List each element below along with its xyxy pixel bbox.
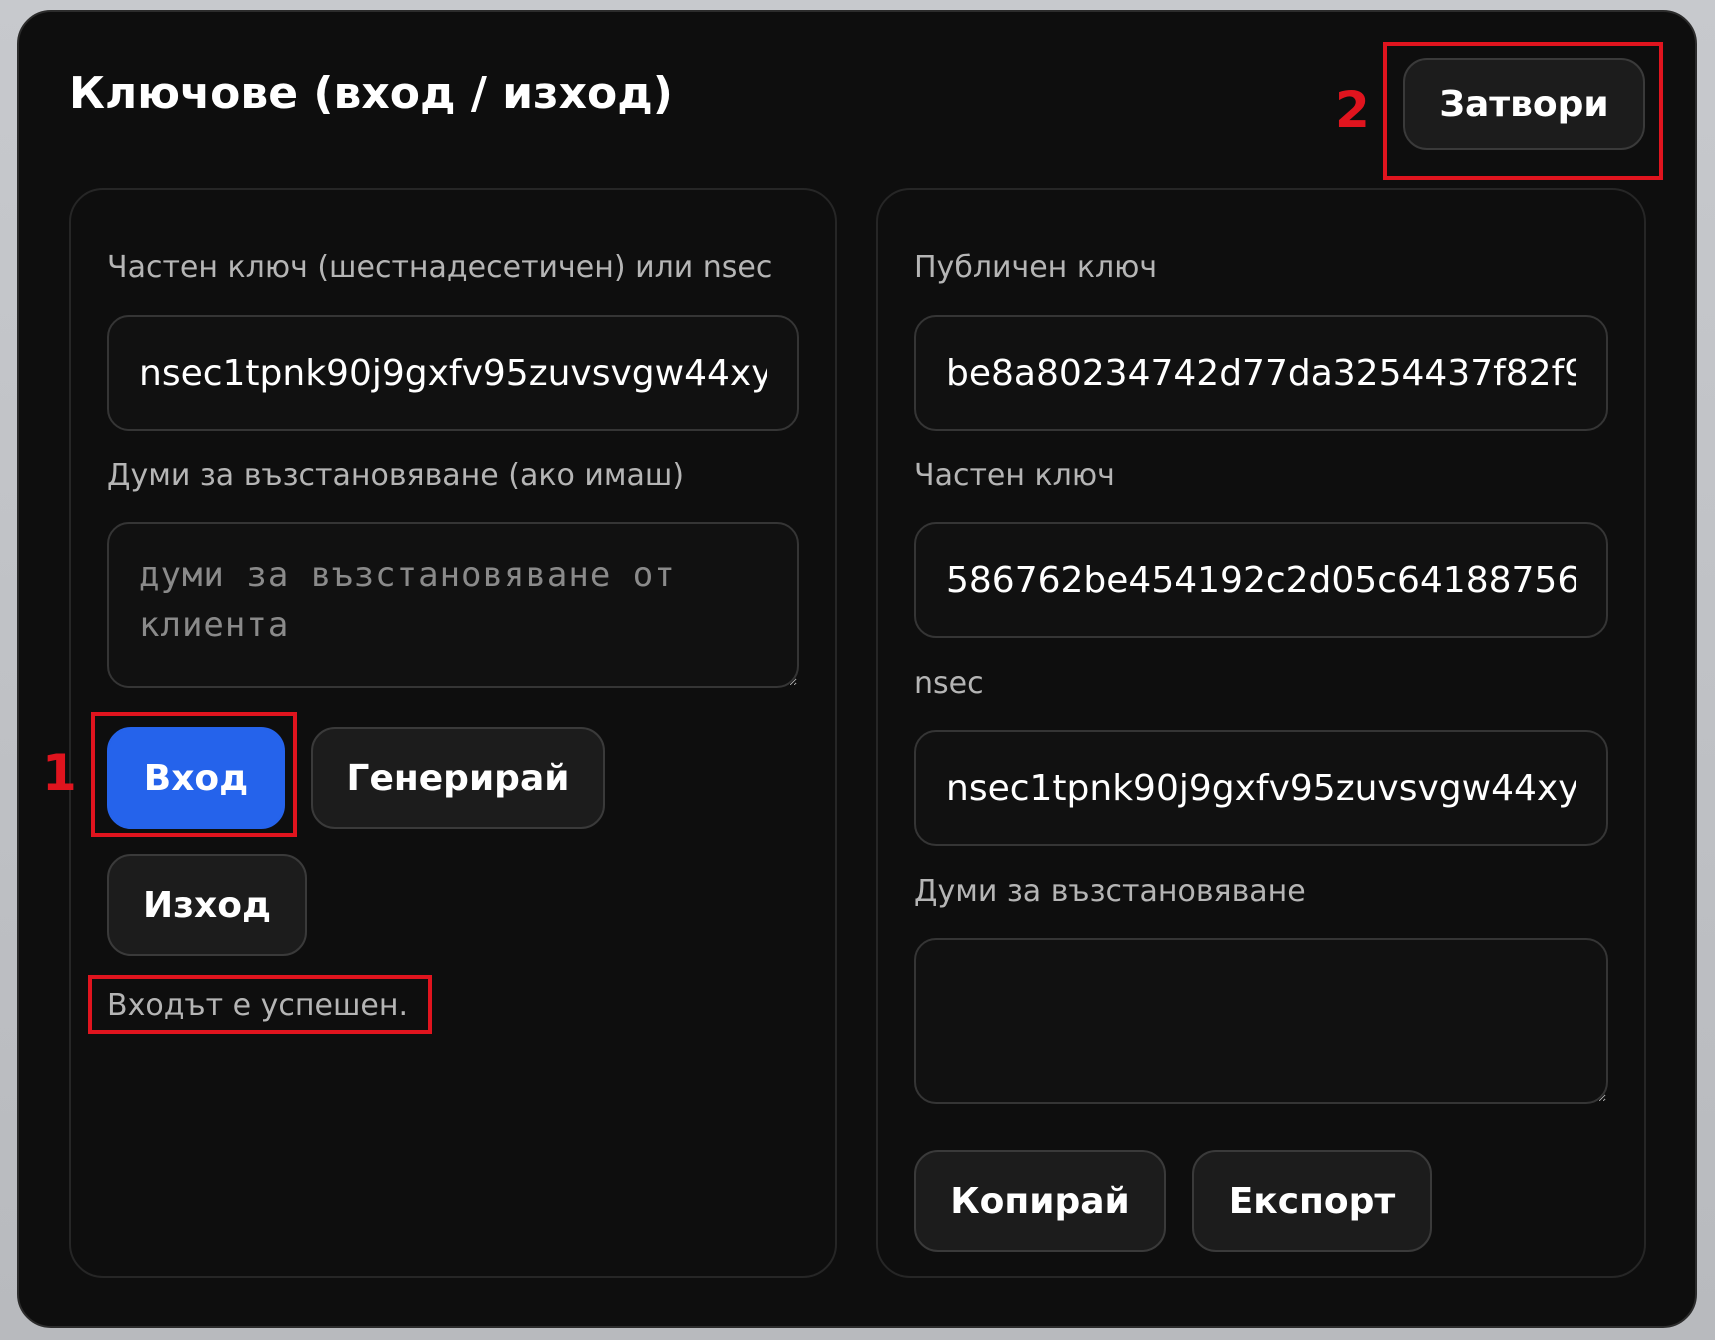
login-status-text: Входът е успешен. [107, 988, 409, 1023]
private-key-input[interactable] [107, 315, 799, 431]
nsec-label: nsec [914, 666, 984, 701]
export-button[interactable]: Експорт [1192, 1150, 1432, 1252]
close-button[interactable]: Затвори [1403, 58, 1645, 150]
dialog-title: Ключове (вход / изход) [69, 68, 673, 119]
keys-panel: Публичен ключ Частен ключ nsec Думи за в… [876, 188, 1646, 1278]
logout-button[interactable]: Изход [107, 854, 307, 956]
private-key-label: Частен ключ [914, 458, 1115, 493]
private-key-label: Частен ключ (шестнадесетичен) или nsec [107, 250, 773, 285]
annotation-number-2: 2 [1335, 81, 1370, 139]
keys-dialog: Ключове (вход / изход) Затвори Частен кл… [17, 10, 1697, 1328]
private-key-field[interactable] [914, 522, 1608, 638]
nsec-field[interactable] [914, 730, 1608, 846]
login-panel: Частен ключ (шестнадесетичен) или nsec Д… [69, 188, 837, 1278]
copy-button[interactable]: Копирай [914, 1150, 1166, 1252]
public-key-field[interactable] [914, 315, 1608, 431]
mnemonic-label: Думи за възстановяване (ако имаш) [107, 458, 685, 493]
public-key-label: Публичен ключ [914, 250, 1158, 285]
login-button[interactable]: Вход [107, 727, 285, 829]
generate-button[interactable]: Генерирай [311, 727, 605, 829]
mnemonic-input[interactable] [107, 522, 799, 688]
recovery-words-field[interactable] [914, 938, 1608, 1104]
annotation-number-1: 1 [42, 744, 77, 802]
recovery-words-label: Думи за възстановяване [914, 874, 1306, 909]
